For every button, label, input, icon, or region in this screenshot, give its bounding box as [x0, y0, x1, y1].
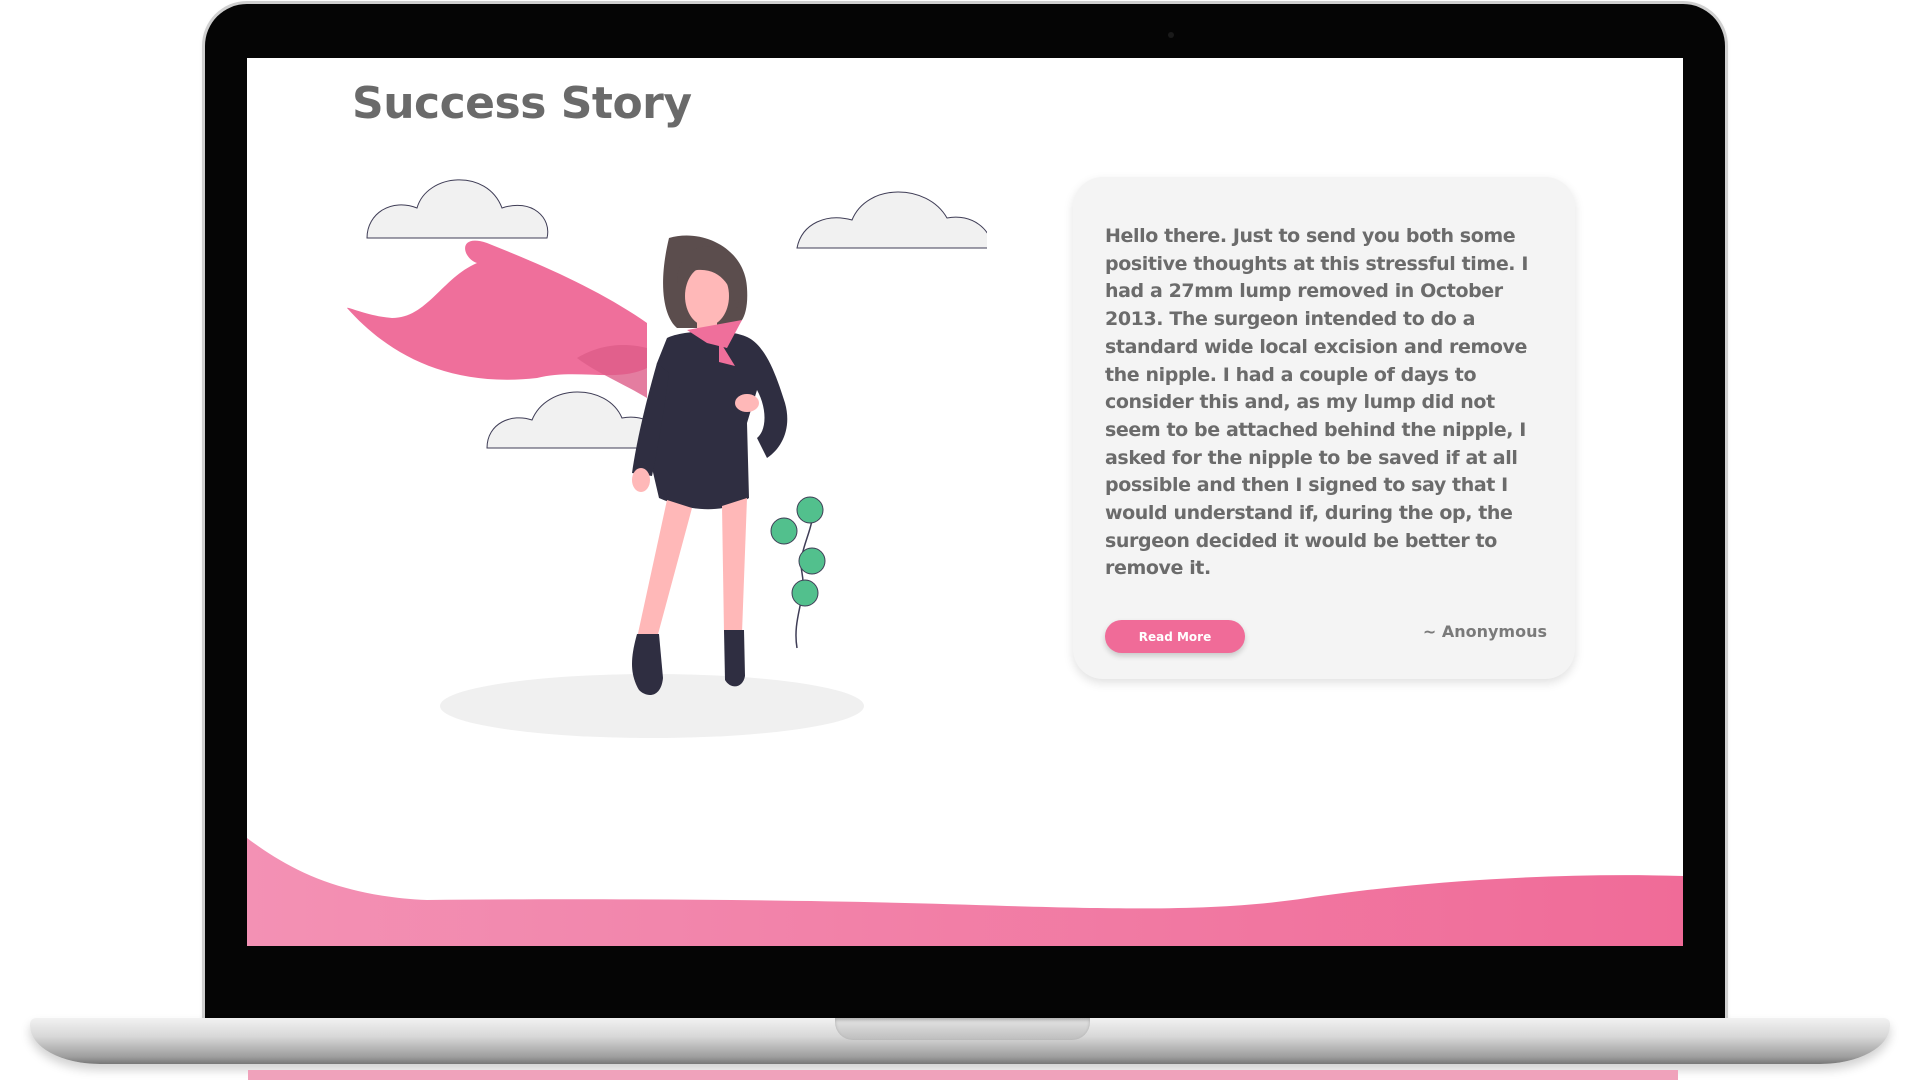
laptop-base-shadow: [248, 1070, 1678, 1080]
laptop-screen: Success Story Hello there. Just to send …: [247, 58, 1683, 946]
laptop-mockup: Success Story Hello there. Just to send …: [0, 0, 1920, 1080]
cloud-icon: [796, 191, 987, 249]
story-card: Hello there. Just to send you both some …: [1073, 177, 1575, 679]
cloud-icon: [366, 179, 549, 239]
footer-wave: [247, 838, 1683, 946]
superhero-woman-illustration: [347, 179, 987, 738]
camera-icon: [1168, 32, 1174, 38]
plant-icon: [770, 496, 826, 649]
laptop-base-notch: [835, 1018, 1090, 1040]
outfit: [649, 331, 788, 510]
story-author: ~ Anonymous: [1422, 622, 1547, 641]
story-text: Hello there. Just to send you both some …: [1105, 225, 1529, 580]
page-title: Success Story: [352, 78, 692, 129]
read-more-button[interactable]: Read More: [1105, 620, 1245, 653]
